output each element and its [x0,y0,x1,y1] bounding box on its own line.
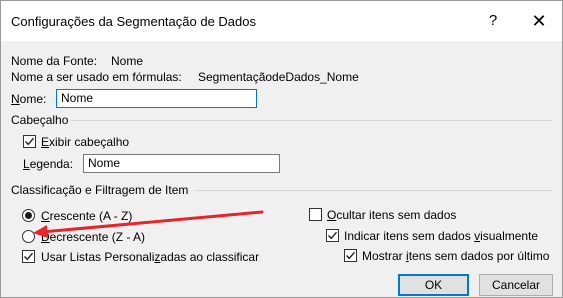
custom-lists-checkbox[interactable] [22,250,35,263]
caption-field-text: egenda: [29,157,74,171]
caption-field-input[interactable]: Nome [83,154,280,173]
dialog-title: Configurações da Segmentação de Dados [11,14,256,29]
indicate-no-data-text-b: isualmente [480,229,539,243]
close-icon: ✕ [531,11,547,31]
descending-radio[interactable] [22,230,35,243]
name-field-label-accel: N [11,92,20,106]
descending-text: ecrescente (Z - A) [49,230,146,244]
ok-button[interactable]: OK [398,274,469,296]
hide-no-data-text: cultar itens sem dados [336,208,457,222]
show-last-text-b: tens sem dados por último [408,249,550,263]
close-button[interactable]: ✕ [525,9,553,33]
formula-name-value: SegmentaçãodeDados_Nome [198,70,359,84]
indicate-no-data-label: Indicar itens sem dados visualmente [344,229,538,243]
custom-lists-text-a: Usar Listas Personali [41,250,155,264]
show-header-accel: E [41,135,50,149]
hide-no-data-label: Ocultar itens sem dados [327,208,456,222]
name-field-label-text: ome: [19,92,47,106]
custom-lists-label: Usar Listas Personalizadas ao classifica… [41,250,259,264]
show-header-checkbox[interactable] [23,135,36,148]
header-section-divider [71,120,553,121]
show-header-label: Exibir cabeçalho [41,135,129,149]
sort-section-divider [195,190,553,191]
checkmark-icon [346,251,356,260]
show-last-text-a: Mostrar [362,249,407,263]
checkmark-icon [25,137,35,146]
checkmark-icon [328,231,338,240]
source-name-caption: Nome da Fonte: [11,54,98,68]
hide-no-data-accel: O [327,208,337,222]
caption-field-label: Legenda: [23,157,73,171]
show-header-text: xibir cabeçalho [49,135,130,149]
caption-field-accel: L [23,157,30,171]
radio-selected-dot [25,212,32,219]
ascending-radio[interactable] [22,209,35,222]
indicate-no-data-checkbox[interactable] [326,229,339,242]
indicate-no-data-text-a: Indicar itens sem dados [344,229,475,243]
ascending-accel: C [41,209,50,223]
source-name-value: Nome [111,54,144,68]
hide-no-data-checkbox[interactable] [309,208,322,221]
descending-accel: D [41,230,50,244]
descending-label: Decrescente (Z - A) [41,230,145,244]
show-last-label: Mostrar itens sem dados por último [362,249,549,263]
name-field-input[interactable]: Nome [56,89,257,108]
formula-name-caption: Nome a ser usado em fórmulas: [11,70,182,84]
help-button[interactable]: ? [481,9,505,33]
sort-section-title: Classificação e Filtragem de Item [11,183,189,197]
cancel-button[interactable]: Cancelar [479,274,553,296]
name-field-label: Nome: [11,92,46,106]
ascending-text: rescente (A - Z) [49,209,133,223]
header-section-title: Cabeçalho [11,113,69,127]
slicer-settings-dialog: Configurações da Segmentação de Dados ? … [0,0,563,298]
show-last-checkbox[interactable] [344,249,357,262]
title-bar: Configurações da Segmentação de Dados ? … [1,1,562,41]
ascending-label: Crescente (A - Z) [41,209,132,223]
custom-lists-text-b: adas ao classificar [160,250,260,264]
checkmark-icon [24,252,34,261]
